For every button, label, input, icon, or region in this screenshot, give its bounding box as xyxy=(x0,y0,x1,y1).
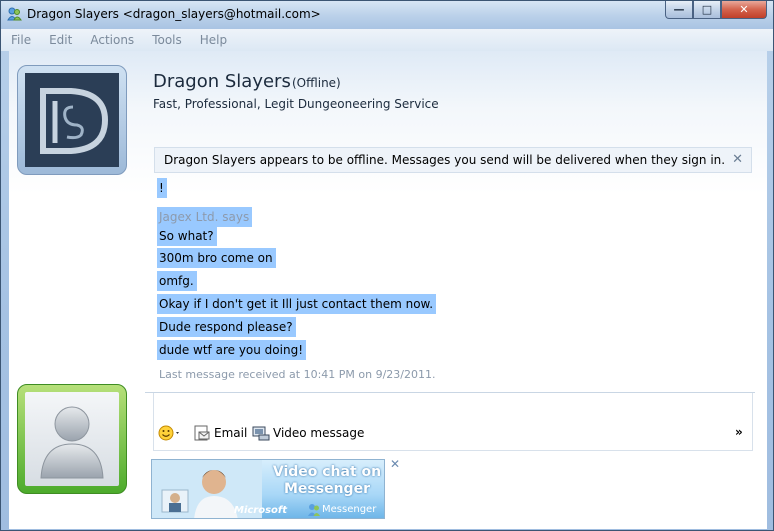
menu-actions[interactable]: Actions xyxy=(80,33,142,47)
maximize-button[interactable]: □ xyxy=(693,1,721,19)
ad-headline-line2: Messenger xyxy=(284,481,370,497)
email-button[interactable]: Email xyxy=(193,424,247,442)
close-icon: ✕ xyxy=(739,3,749,16)
contact-status: (Offline) xyxy=(292,76,341,90)
ad-headline-line1: Video chat on xyxy=(272,464,382,480)
offline-notice: Dragon Slayers appears to be offline. Me… xyxy=(154,147,752,173)
message-line: Dude respond please? xyxy=(157,317,296,337)
message-line: 300m bro come on xyxy=(157,248,276,268)
sender-line: Jagex Ltd. says xyxy=(157,207,253,227)
default-user-icon xyxy=(40,406,104,479)
message-line: omfg. xyxy=(157,271,197,291)
more-options-button[interactable]: » xyxy=(735,425,743,439)
video-message-icon xyxy=(252,426,270,441)
contact-avatar[interactable] xyxy=(17,65,127,175)
menu-bar: File Edit Actions Tools Help xyxy=(1,29,773,51)
minimize-icon: — xyxy=(673,3,685,16)
message-line: ! xyxy=(157,178,167,198)
video-message-button[interactable]: Video message xyxy=(252,424,364,442)
my-avatar[interactable] xyxy=(17,384,127,494)
menu-help[interactable]: Help xyxy=(190,33,235,47)
emoticon-button[interactable] xyxy=(158,424,182,442)
advertisement-banner[interactable]: Video chat on Messenger Microsoft Messen… xyxy=(151,459,385,519)
video-message-label: Video message xyxy=(273,426,365,440)
ad-close-button[interactable]: ✕ xyxy=(390,457,400,471)
messenger-app-icon[interactable] xyxy=(6,6,22,22)
window-title: Dragon Slayers <dragon_slayers@hotmail.c… xyxy=(27,7,321,21)
last-message-received: Last message received at 10:41 PM on 9/2… xyxy=(159,368,436,381)
contact-personal-message: Fast, Professional, Legit Dungeoneering … xyxy=(153,97,439,111)
contact-name: Dragon Slayers xyxy=(153,71,291,92)
messenger-logo-icon xyxy=(308,504,320,516)
close-window-button[interactable]: ✕ xyxy=(721,1,767,19)
ad-headline: Video chat on Messenger xyxy=(272,464,382,498)
smiley-icon xyxy=(158,425,179,441)
menu-edit[interactable]: Edit xyxy=(39,33,80,47)
message-input[interactable] xyxy=(153,393,753,451)
menu-tools[interactable]: Tools xyxy=(142,33,190,47)
email-icon xyxy=(194,425,210,441)
title-bar[interactable]: Dragon Slayers <dragon_slayers@hotmail.c… xyxy=(1,1,773,29)
close-icon[interactable]: ✕ xyxy=(732,152,743,167)
dragon-slayers-logo-icon xyxy=(25,73,119,167)
message-line: Okay if I don't get it Ill just contact … xyxy=(157,294,437,314)
menu-file[interactable]: File xyxy=(1,33,39,47)
minimize-button[interactable]: — xyxy=(665,1,693,19)
email-label: Email xyxy=(214,426,248,440)
message-line: dude wtf are you doing! xyxy=(157,340,307,360)
message-line: So what? xyxy=(157,226,217,246)
ad-brand: Microsoft xyxy=(234,505,288,516)
offline-notice-text: Dragon Slayers appears to be offline. Me… xyxy=(164,153,726,167)
maximize-icon: □ xyxy=(701,3,713,16)
ad-logo-text: Messenger xyxy=(322,504,377,515)
